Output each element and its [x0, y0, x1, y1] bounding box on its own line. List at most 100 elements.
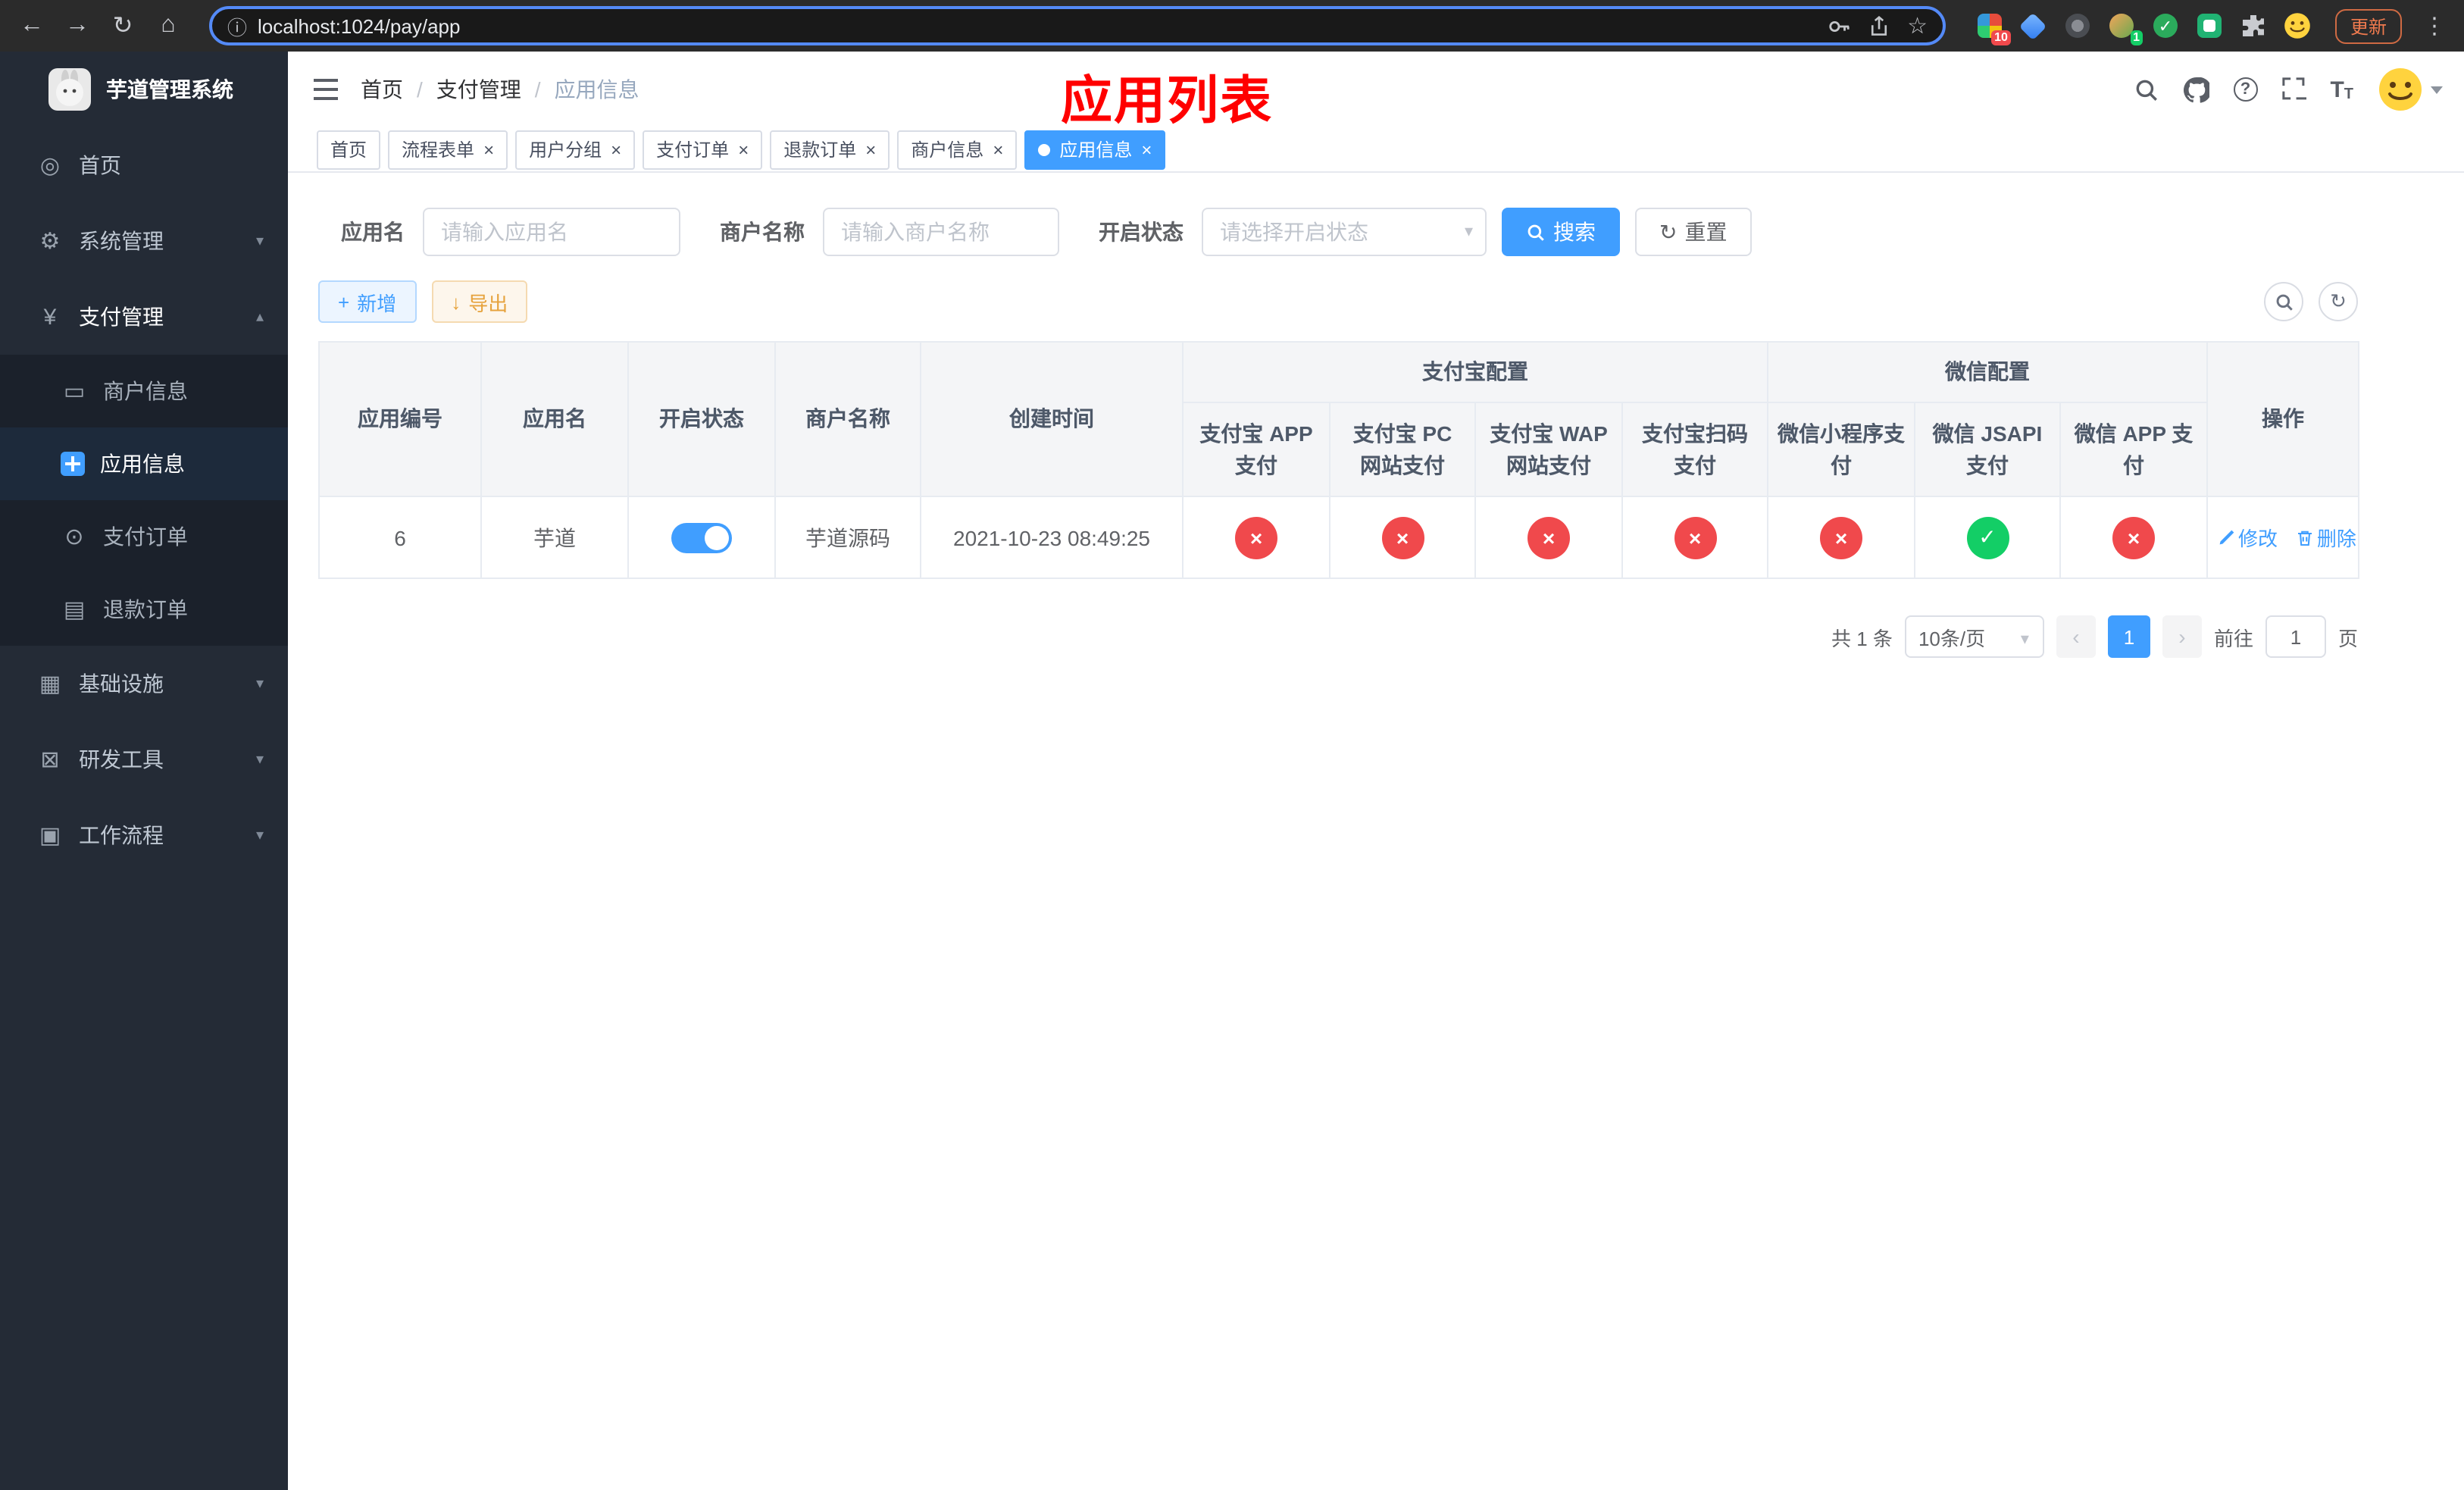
tab-close-icon[interactable]: × [480, 140, 494, 158]
password-key-icon[interactable] [1827, 14, 1850, 37]
order-icon: ⊙ [64, 524, 84, 550]
profile-avatar-icon[interactable] [2284, 12, 2311, 39]
font-size-icon[interactable]: TT [2330, 77, 2353, 102]
page-size-select[interactable]: 10条/页 ▾ [1904, 615, 2044, 658]
cell-merchant: 芋道源码 [774, 496, 921, 579]
status-select[interactable] [1202, 208, 1487, 256]
refresh-list-button[interactable]: ↻ [2319, 282, 2358, 321]
bookmark-star-icon[interactable]: ☆ [1907, 12, 1928, 39]
extension-gem-icon[interactable] [2019, 11, 2048, 40]
pagination: 共 1 条 10条/页 ▾ ‹ 1 › 前往 页 [318, 615, 2358, 658]
sidebar-item-infrastructure[interactable]: ▦ 基础设施 ▾ [0, 646, 288, 722]
alipay-app-status-icon: × [1235, 516, 1277, 559]
yen-icon: ¥ [43, 304, 57, 330]
github-icon[interactable] [2183, 77, 2209, 102]
status-label: 开启状态 [1099, 220, 1184, 244]
col-alipay-scan: 支付宝扫码支付 [1621, 402, 1768, 497]
help-icon[interactable]: ? [2233, 77, 2258, 102]
user-avatar[interactable] [2378, 67, 2443, 112]
goto-page-input[interactable] [2265, 615, 2326, 658]
tab-close-icon[interactable]: × [735, 140, 749, 158]
tab-refund-order[interactable]: 退款订单 × [770, 130, 890, 169]
extension-grid-icon[interactable]: 10 [1976, 12, 2011, 45]
reload-icon[interactable]: ↻ [103, 6, 142, 45]
fullscreen-icon[interactable] [2281, 77, 2306, 102]
next-page-button[interactable]: › [2162, 615, 2202, 658]
site-info-icon[interactable]: ⓘ [227, 11, 247, 40]
app-name-input[interactable] [423, 208, 680, 256]
browser-home-icon[interactable]: ⌂ [149, 6, 188, 45]
extension-avatar-icon[interactable]: 1 [2108, 12, 2143, 45]
sidebar-item-app-info[interactable]: 应用信息 [0, 427, 288, 500]
cell-status [627, 496, 776, 579]
tab-close-icon[interactable]: × [862, 140, 876, 158]
url-text: localhost:1024/pay/app [258, 14, 461, 37]
toggle-search-button[interactable] [2264, 282, 2303, 321]
tab-close-icon[interactable]: × [608, 140, 621, 158]
table-header-row: 应用编号 应用名 开启状态 商户名称 创建时间 支付宝配置 微信配置 操作 [318, 341, 2359, 497]
sidebar-item-pay-order[interactable]: ⊙ 支付订单 [0, 500, 288, 573]
sidebar-collapse-icon[interactable] [288, 77, 361, 102]
app-logo [48, 68, 91, 111]
tools-icon: ⊠ [40, 747, 60, 773]
share-icon[interactable] [1868, 14, 1889, 37]
chevron-up-icon: ▴ [255, 308, 264, 325]
browser-menu-icon[interactable]: ⋮ [2417, 12, 2452, 39]
add-button[interactable]: + 新增 [318, 280, 417, 323]
col-create-time: 创建时间 [920, 341, 1184, 497]
tab-home[interactable]: 首页 [317, 130, 381, 169]
merchant-name-label: 商户名称 [720, 220, 805, 244]
extensions-puzzle-icon[interactable] [2240, 12, 2267, 39]
workflow-icon: ▣ [39, 823, 61, 849]
forward-icon[interactable]: → [58, 6, 97, 45]
page-number-button[interactable]: 1 [2107, 615, 2150, 658]
chevron-down-icon: ▾ [255, 751, 264, 768]
breadcrumb-home[interactable]: 首页 [361, 74, 403, 105]
page-content: 应用名 商户名称 开启状态 ▾ 搜索 ↻ 重置 [288, 174, 2464, 1490]
breadcrumb-payment[interactable]: 支付管理 [436, 74, 521, 105]
tab-process-form[interactable]: 流程表单 × [388, 130, 508, 169]
search-button[interactable]: 搜索 [1502, 208, 1620, 256]
col-wechat-jsapi: 微信 JSAPI 支付 [1914, 402, 2061, 497]
tab-user-group[interactable]: 用户分组 × [515, 130, 636, 169]
address-bar[interactable]: ⓘ localhost:1024/pay/app ☆ [209, 6, 1946, 45]
sidebar-item-workflow[interactable]: ▣ 工作流程 ▾ [0, 797, 288, 873]
delete-button[interactable]: 删除 [2296, 523, 2356, 552]
extension-teal-icon[interactable] [2196, 12, 2223, 39]
export-button[interactable]: ↓ 导出 [431, 280, 528, 323]
tab-merchant-info[interactable]: 商户信息 × [897, 130, 1018, 169]
sidebar-item-home[interactable]: ◎ 首页 [0, 127, 288, 203]
merchant-name-input[interactable] [823, 208, 1059, 256]
sidebar-item-system[interactable]: ⚙ 系统管理 ▾ [0, 203, 288, 279]
tab-close-icon[interactable]: × [1138, 140, 1152, 158]
extension-badge: 10 [1991, 30, 2011, 45]
extension-dark-circle-icon[interactable] [2064, 12, 2091, 39]
chevron-down-icon: ▾ [255, 233, 264, 249]
sidebar-item-dev-tools[interactable]: ⊠ 研发工具 ▾ [0, 722, 288, 797]
breadcrumb-current: 应用信息 [554, 77, 639, 102]
prev-page-button[interactable]: ‹ [2056, 615, 2096, 658]
app-name-label: 应用名 [341, 220, 405, 244]
chevron-down-icon: ▾ [255, 827, 264, 844]
back-icon[interactable]: ← [12, 6, 52, 45]
browser-update-button[interactable]: 更新 [2334, 8, 2402, 43]
tab-app-info[interactable]: 应用信息 × [1024, 130, 1166, 169]
sidebar-item-payment[interactable]: ¥ 支付管理 ▴ [0, 279, 288, 355]
main-area: 首页 / 支付管理 / 应用信息 应用列表 ? TT 首页 流程表单 × 用户分… [288, 52, 2464, 1490]
enabled-toggle[interactable] [671, 522, 732, 552]
search-icon[interactable] [2133, 77, 2159, 102]
alipay-wap-status-icon: × [1527, 516, 1570, 559]
sidebar-item-refund-order[interactable]: ▤ 退款订单 [0, 573, 288, 646]
payment-submenu: ▭ 商户信息 应用信息 ⊙ 支付订单 ▤ 退款订单 [0, 355, 288, 646]
infra-icon: ▦ [39, 671, 61, 697]
tab-close-icon[interactable]: × [990, 140, 1003, 158]
app-title: 芋道管理系统 [106, 77, 233, 102]
tab-pay-order[interactable]: 支付订单 × [643, 130, 763, 169]
reset-button[interactable]: ↻ 重置 [1635, 208, 1752, 256]
edit-button[interactable]: 修改 [2217, 523, 2278, 552]
extension-check-icon[interactable]: ✓ [2152, 12, 2179, 39]
list-toolbar: + 新增 ↓ 导出 ↻ [318, 280, 2358, 323]
sidebar-item-merchant-info[interactable]: ▭ 商户信息 [0, 355, 288, 427]
col-status: 开启状态 [627, 341, 776, 497]
screen: ← → ↻ ⌂ ⓘ localhost:1024/pay/app ☆ 10 1 … [0, 0, 2464, 1490]
